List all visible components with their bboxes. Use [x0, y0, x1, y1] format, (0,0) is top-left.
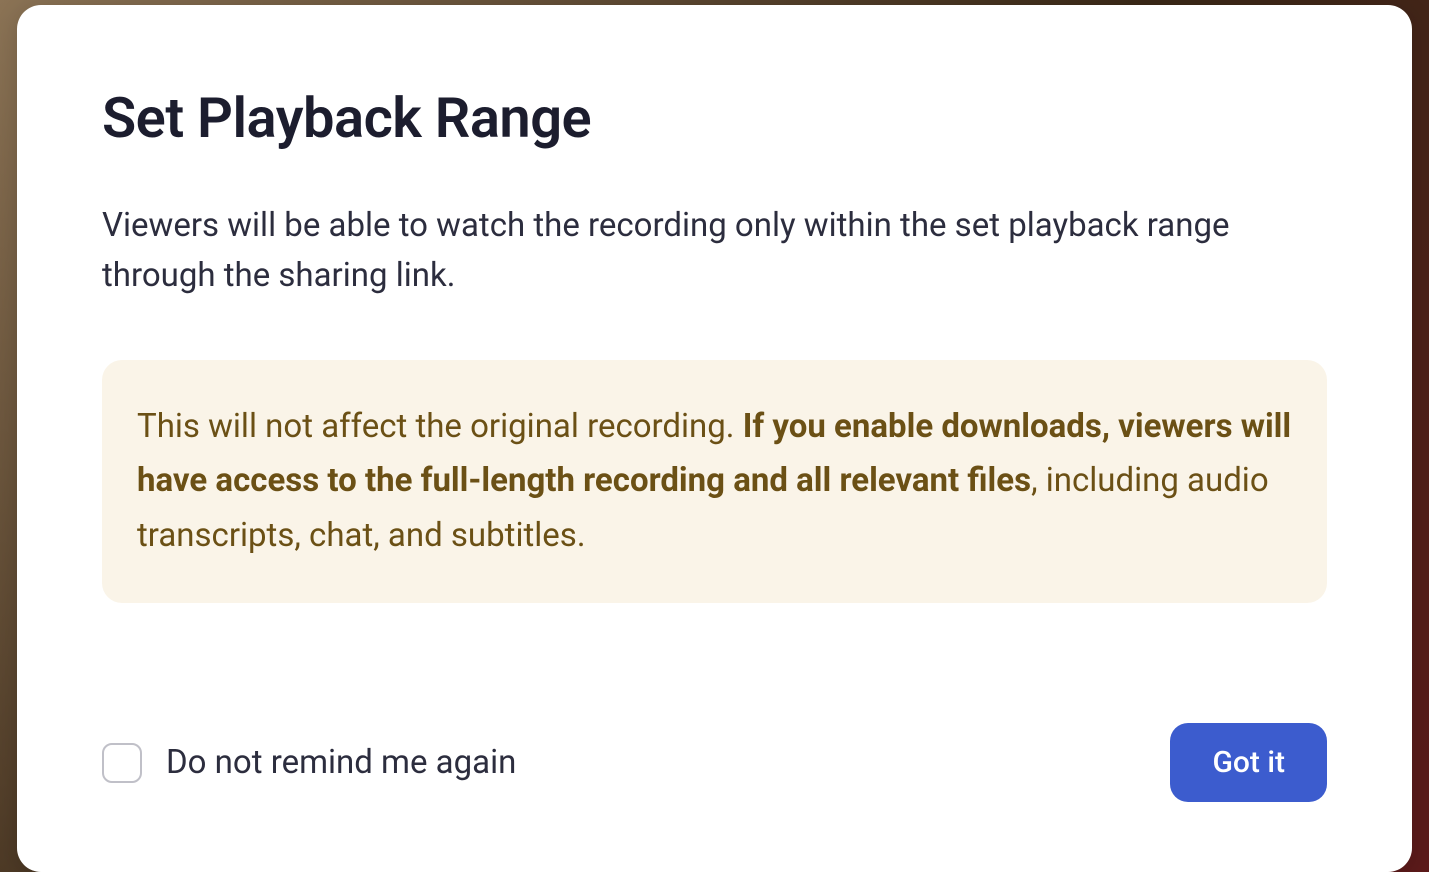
- playback-range-modal: Set Playback Range Viewers will be able …: [17, 5, 1412, 872]
- got-it-button[interactable]: Got it: [1170, 723, 1327, 802]
- modal-title: Set Playback Range: [102, 85, 1327, 151]
- notice-box: This will not affect the original record…: [102, 360, 1327, 603]
- do-not-remind-checkbox[interactable]: [102, 743, 142, 783]
- modal-footer: Do not remind me again Got it: [102, 723, 1327, 802]
- do-not-remind-group[interactable]: Do not remind me again: [102, 743, 516, 783]
- do-not-remind-label: Do not remind me again: [166, 743, 516, 782]
- notice-text: This will not affect the original record…: [137, 400, 1292, 563]
- modal-description: Viewers will be able to watch the record…: [102, 201, 1327, 300]
- notice-text-before: This will not affect the original record…: [137, 407, 743, 446]
